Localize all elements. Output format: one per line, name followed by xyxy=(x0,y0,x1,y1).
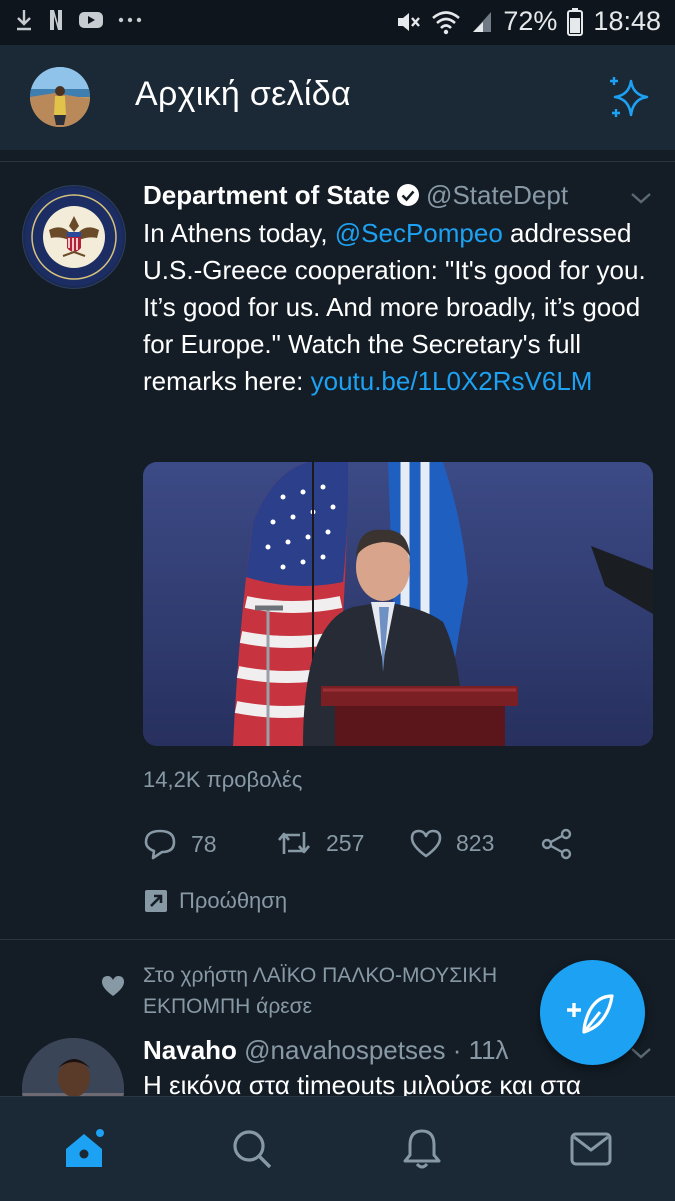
retweet-icon xyxy=(278,832,310,854)
tweet-actions: 78 257 823 xyxy=(143,828,603,868)
netflix-icon xyxy=(50,10,62,30)
app-header: Αρχική σελίδα xyxy=(0,45,675,150)
search-icon[interactable] xyxy=(230,1127,274,1171)
profile-photo xyxy=(30,67,90,127)
youtube-icon xyxy=(79,12,103,28)
compose-icon xyxy=(567,994,614,1034)
video-thumbnail[interactable] xyxy=(143,462,653,746)
sparkle-icon[interactable] xyxy=(607,75,653,121)
reply-count: 78 xyxy=(191,830,217,857)
heart-filled-icon xyxy=(102,976,124,996)
heart-icon xyxy=(410,829,442,858)
signal-icon xyxy=(473,11,492,32)
verified-badge-icon xyxy=(397,184,420,206)
chevron-down-icon[interactable] xyxy=(629,188,653,208)
url-link[interactable]: youtu.be/​1L0X2RsV6LM xyxy=(311,366,593,396)
video-frame xyxy=(143,462,653,746)
author-name[interactable]: Navaho xyxy=(143,1035,237,1065)
promote-label: Προώθηση xyxy=(179,888,288,913)
bottom-navigation xyxy=(0,1096,675,1201)
home-icon[interactable] xyxy=(62,1127,106,1171)
author-handle[interactable]: @navahospetses xyxy=(244,1035,445,1065)
status-bar-right: 72% 18:48 xyxy=(395,6,661,37)
more-icon xyxy=(118,17,142,23)
liked-context-text[interactable]: Στο χρήστη ΛΑΪΚΟ ΠΑΛΚΟ-ΜΟΥΣΙΚΗ ΕΚΠΟΜΠΗ ά… xyxy=(143,960,573,1022)
view-count: 14,2K προβολές xyxy=(143,767,303,792)
tweet-text: In Athens today, @SecPompeo addressed U.… xyxy=(143,215,653,400)
bell-icon[interactable] xyxy=(400,1127,444,1171)
tweet-time: · 11λ xyxy=(452,1035,509,1065)
wifi-icon xyxy=(432,10,461,34)
tweet-text-prefix: In Athens today, xyxy=(143,218,335,248)
like-count: 823 xyxy=(456,829,495,856)
compose-tweet-button[interactable] xyxy=(540,960,645,1065)
divider xyxy=(0,939,675,940)
battery-icon xyxy=(567,7,584,36)
department-seal-icon xyxy=(25,188,123,286)
reply-icon xyxy=(144,829,176,860)
share-button[interactable] xyxy=(541,828,573,860)
divider xyxy=(0,161,675,162)
promote-icon xyxy=(145,890,167,912)
page-title: Αρχική σελίδα xyxy=(135,75,351,113)
author-avatar[interactable] xyxy=(22,185,126,289)
download-icon xyxy=(17,10,31,31)
tweet-header: Department of State @StateDept xyxy=(143,180,568,211)
retweet-count: 257 xyxy=(326,829,365,856)
mail-icon[interactable] xyxy=(569,1127,613,1171)
battery-percent: 72% xyxy=(503,6,558,36)
tweet2-header: Navaho @navahospetses · 11λ xyxy=(143,1035,509,1066)
clock: 18:48 xyxy=(593,6,661,36)
status-bar-left xyxy=(14,8,142,32)
author-name[interactable]: Department of State xyxy=(143,180,390,210)
retweet-button[interactable]: 257 xyxy=(276,828,364,858)
reply-button[interactable]: 78 xyxy=(143,828,217,860)
mention-link[interactable]: @SecPompeo xyxy=(335,218,503,248)
author-handle[interactable]: @StateDept xyxy=(426,180,568,210)
promote-button[interactable]: Προώθηση xyxy=(143,888,287,914)
mute-icon xyxy=(398,12,421,31)
like-button[interactable]: 823 xyxy=(410,828,494,858)
share-icon xyxy=(541,828,572,860)
profile-avatar[interactable] xyxy=(30,67,90,127)
status-bar: 72% 18:48 xyxy=(0,0,675,45)
